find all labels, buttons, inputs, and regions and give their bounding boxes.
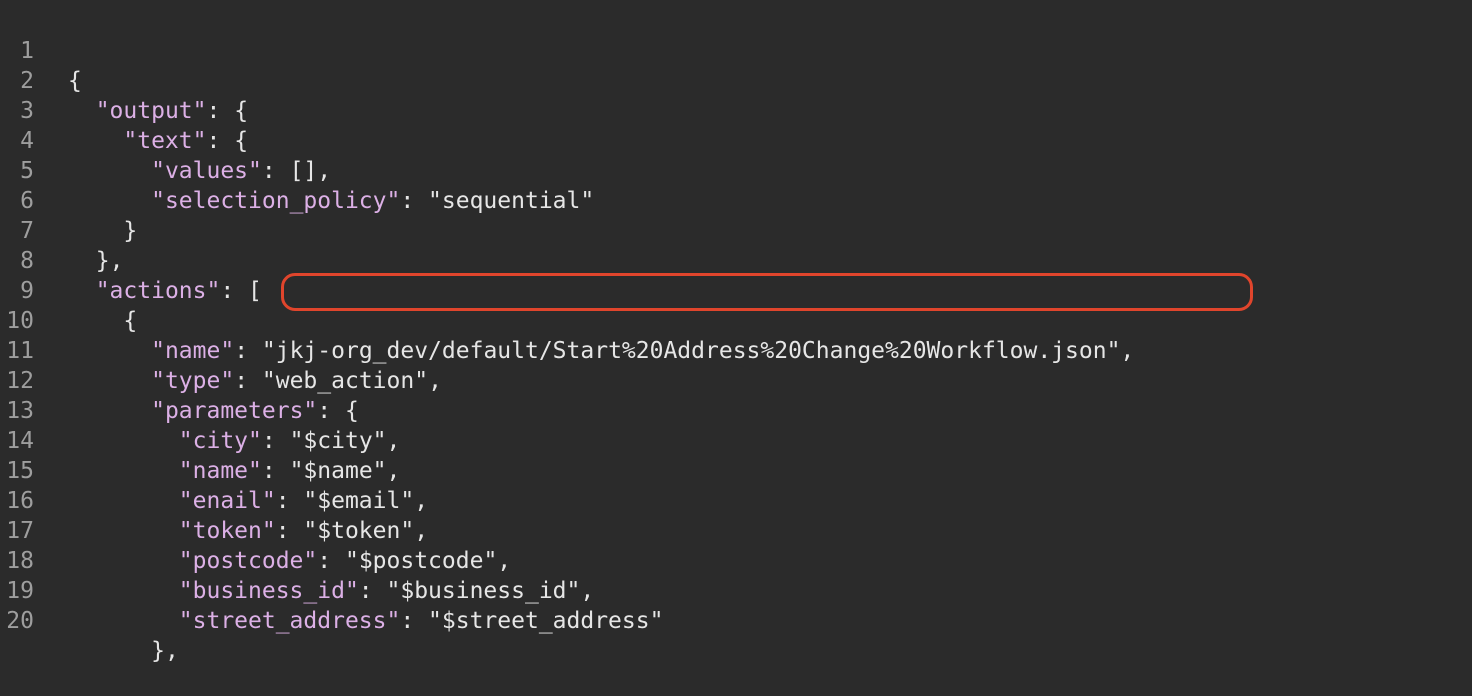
- code-line-13: 13 "city": "$city",: [0, 366, 1472, 454]
- line-content[interactable]: },: [68, 636, 179, 666]
- code-line-17: 17 "postcode": "$postcode",: [0, 486, 1472, 574]
- code-line-14: 14 "name": "$name",: [0, 396, 1472, 484]
- code-line-18: 18 "business_id": "$business_id",: [0, 516, 1472, 604]
- code-line-12: 12 "parameters": {: [0, 336, 1472, 424]
- code-line-11: 11 "type": "web_action",: [0, 306, 1472, 394]
- code-line-8: 8 "actions": [: [0, 216, 1472, 304]
- line-number: 20: [6, 608, 34, 634]
- code-editor[interactable]: 1 { 2 "output": { 3 "text": { 4 "values"…: [0, 6, 1472, 664]
- code-line-10: 10 "name": "jkj-org_dev/default/Start%20…: [0, 276, 1472, 364]
- code-line-15: 15 "enail": "$email",: [0, 426, 1472, 514]
- json-value: "$street_address": [428, 608, 664, 634]
- json-key: "street_address": [178, 608, 401, 634]
- code-line-7: 7 },: [0, 186, 1472, 274]
- code-line-2: 2 "output": {: [0, 36, 1472, 124]
- code-line-3: 3 "text": {: [0, 66, 1472, 154]
- code-line-5: 5 "selection_policy": "sequential": [0, 126, 1472, 214]
- code-line-9: 9 {: [0, 246, 1472, 334]
- line-content[interactable]: "street_address": "$street_address": [68, 606, 664, 636]
- code-line-4: 4 "values": [],: [0, 96, 1472, 184]
- json-value: }: [151, 638, 165, 664]
- code-line-19: 19 "street_address": "$street_address": [0, 546, 1472, 634]
- code-line-6: 6 }: [0, 156, 1472, 244]
- code-line-16: 16 "token": "$token",: [0, 456, 1472, 544]
- code-line-20: 20 },: [0, 576, 1472, 664]
- code-line-1: 1 {: [0, 6, 1472, 94]
